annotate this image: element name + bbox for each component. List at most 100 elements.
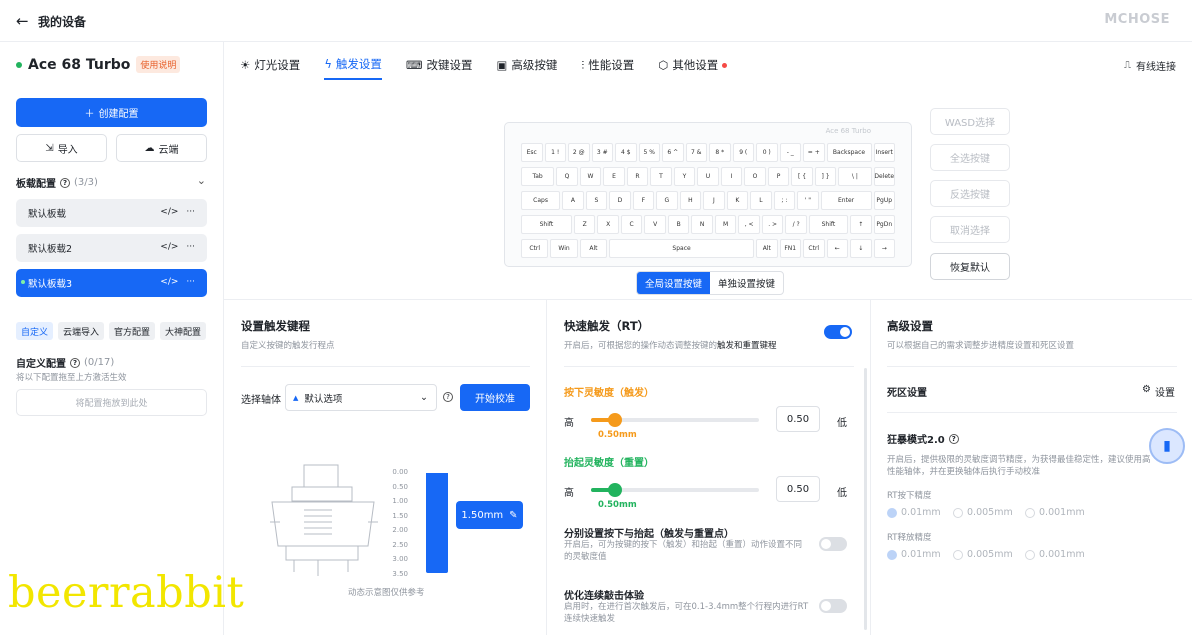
key-6-0-6[interactable]: 6 ^ — [662, 143, 684, 162]
press-slider-thumb[interactable] — [608, 413, 622, 427]
key--2-10[interactable]: ; : — [773, 191, 796, 210]
key-c-3-3[interactable]: C — [620, 215, 643, 234]
key-f-2-4[interactable]: F — [632, 191, 655, 210]
key-u-1-7[interactable]: U — [697, 167, 719, 186]
key-i-1-8[interactable]: I — [720, 167, 743, 186]
key-3-0-3[interactable]: 3 # — [591, 143, 613, 162]
key-z-3-1[interactable]: Z — [573, 215, 596, 234]
key-enter-2-12[interactable]: Enter — [820, 191, 872, 210]
tab-advanced-keys[interactable]: ▣ 高级按键 — [497, 56, 558, 80]
key-delete-1-14[interactable]: Delete — [873, 167, 895, 186]
key--3-12[interactable]: ↑ — [850, 215, 872, 234]
optimize-toggle[interactable] — [819, 599, 847, 613]
key--3-8[interactable]: , < — [738, 215, 760, 234]
key-q-1-1[interactable]: Q — [556, 167, 578, 186]
tab-remap[interactable]: ⌨ 改键设置 — [406, 56, 473, 80]
key--3-9[interactable]: . > — [761, 215, 784, 234]
more-icon[interactable]: ··· — [186, 242, 195, 252]
key-5-0-5[interactable]: 5 % — [638, 143, 660, 162]
key--1-11[interactable]: [ { — [791, 167, 813, 186]
help-icon[interactable]: ? — [948, 433, 959, 444]
key-0-0-10[interactable]: 0 ) — [756, 143, 778, 162]
select-all-button[interactable]: 全选按键 — [930, 144, 1010, 171]
key-v-3-4[interactable]: V — [644, 215, 666, 234]
press-precision-001[interactable]: 0.01mm — [887, 507, 941, 518]
key-space-4-3[interactable]: Space — [609, 239, 754, 258]
lift-value-input[interactable]: 0.50 — [776, 476, 820, 502]
key-insert-0-14[interactable]: Insert — [873, 143, 895, 162]
tag-expert[interactable]: 大神配置 — [160, 322, 207, 340]
key--3-10[interactable]: / ? — [785, 215, 807, 234]
axis-select[interactable]: ▲ 默认选项 ⌄ — [285, 384, 437, 411]
global-keys-option[interactable]: 全局设置按键 — [637, 272, 711, 294]
key--1-12[interactable]: ] } — [814, 167, 837, 186]
key--4-8[interactable]: ↓ — [850, 239, 872, 258]
floating-assistant-button[interactable]: ▮ — [1149, 428, 1185, 464]
key--0-12[interactable]: = + — [803, 143, 825, 162]
key-backspace-0-13[interactable]: Backspace — [826, 143, 872, 162]
key-alt-4-2[interactable]: Alt — [579, 239, 608, 258]
key-r-1-4[interactable]: R — [626, 167, 649, 186]
key-tab-1-0[interactable]: Tab — [521, 167, 555, 186]
code-icon[interactable]: </> — [160, 207, 178, 217]
press-precision-0005[interactable]: 0.005mm — [953, 507, 1013, 518]
code-icon[interactable]: </> — [160, 277, 178, 287]
release-precision-001[interactable]: 0.01mm — [887, 549, 941, 560]
key-shift-3-0[interactable]: Shift — [521, 215, 572, 234]
key-ctrl-4-6[interactable]: Ctrl — [803, 239, 825, 258]
release-precision-0001[interactable]: 0.001mm — [1025, 549, 1085, 560]
chevron-down-icon[interactable]: ⌄ — [197, 174, 206, 187]
edit-icon[interactable]: ✎ — [509, 510, 517, 521]
release-precision-0005[interactable]: 0.005mm — [953, 549, 1013, 560]
back-arrow-icon[interactable]: ← — [16, 12, 29, 30]
restore-default-button[interactable]: 恢复默认 — [930, 253, 1010, 280]
travel-value-badge[interactable]: 1.50mm ✎ — [456, 501, 523, 529]
board-item-2[interactable]: 默认板载2 </> ··· — [16, 234, 207, 262]
key-k-2-8[interactable]: K — [726, 191, 749, 210]
key-win-4-1[interactable]: Win — [550, 239, 578, 258]
key-caps-2-0[interactable]: Caps — [521, 191, 561, 210]
key-9-0-9[interactable]: 9 ( — [732, 143, 754, 162]
create-config-button[interactable]: ＋创建配置 — [16, 98, 207, 127]
key--0-11[interactable]: - _ — [779, 143, 801, 162]
deadzone-settings-button[interactable]: ⚙ 设置 — [1142, 384, 1175, 399]
key-esc-0-0[interactable]: Esc — [521, 143, 543, 162]
manual-badge[interactable]: 使用说明 — [136, 56, 181, 73]
key-ctrl-4-0[interactable]: Ctrl — [521, 239, 549, 258]
help-icon[interactable]: ? — [60, 177, 70, 188]
rt-toggle[interactable] — [824, 325, 852, 339]
key-4-0-4[interactable]: 4 $ — [615, 143, 637, 162]
drop-zone[interactable]: 将配置拖放到此处 — [16, 389, 207, 416]
import-button[interactable]: ⇲ 导入 — [16, 134, 107, 162]
help-icon[interactable]: ? — [70, 357, 80, 368]
press-slider[interactable] — [591, 413, 759, 427]
lift-slider[interactable] — [591, 483, 759, 497]
help-icon[interactable]: ? — [443, 392, 453, 402]
press-precision-0001[interactable]: 0.001mm — [1025, 507, 1085, 518]
key-h-2-6[interactable]: H — [679, 191, 702, 210]
board-item-1[interactable]: 默认板载 </> ··· — [16, 199, 207, 227]
key-pgdn-3-13[interactable]: PgDn — [873, 215, 895, 234]
tag-official[interactable]: 官方配置 — [109, 322, 156, 340]
wasd-select-button[interactable]: WASD选择 — [930, 108, 1010, 135]
lift-slider-thumb[interactable] — [608, 483, 622, 497]
tab-other[interactable]: ⬡ 其他设置 — [658, 56, 728, 80]
tab-lighting[interactable]: ☀ 灯光设置 — [240, 56, 300, 80]
tag-cloud-import[interactable]: 云端导入 — [58, 322, 105, 340]
key-n-3-6[interactable]: N — [691, 215, 713, 234]
key-shift-3-11[interactable]: Shift — [808, 215, 848, 234]
key-b-3-5[interactable]: B — [667, 215, 690, 234]
press-value-input[interactable]: 0.50 — [776, 406, 820, 432]
calibrate-button[interactable]: 开始校准 — [460, 384, 530, 411]
key-2-0-2[interactable]: 2 @ — [568, 143, 590, 162]
deselect-button[interactable]: 取消选择 — [930, 216, 1010, 243]
key-l-2-9[interactable]: L — [750, 191, 772, 210]
key-alt-4-4[interactable]: Alt — [756, 239, 778, 258]
key-a-2-1[interactable]: A — [562, 191, 584, 210]
key-pgup-2-13[interactable]: PgUp — [873, 191, 895, 210]
key-s-2-2[interactable]: S — [585, 191, 608, 210]
tab-trigger[interactable]: ϟ 触发设置 — [324, 56, 382, 80]
key-x-3-2[interactable]: X — [597, 215, 619, 234]
key-8-0-8[interactable]: 8 * — [709, 143, 731, 162]
key--2-11[interactable]: ' " — [797, 191, 819, 210]
